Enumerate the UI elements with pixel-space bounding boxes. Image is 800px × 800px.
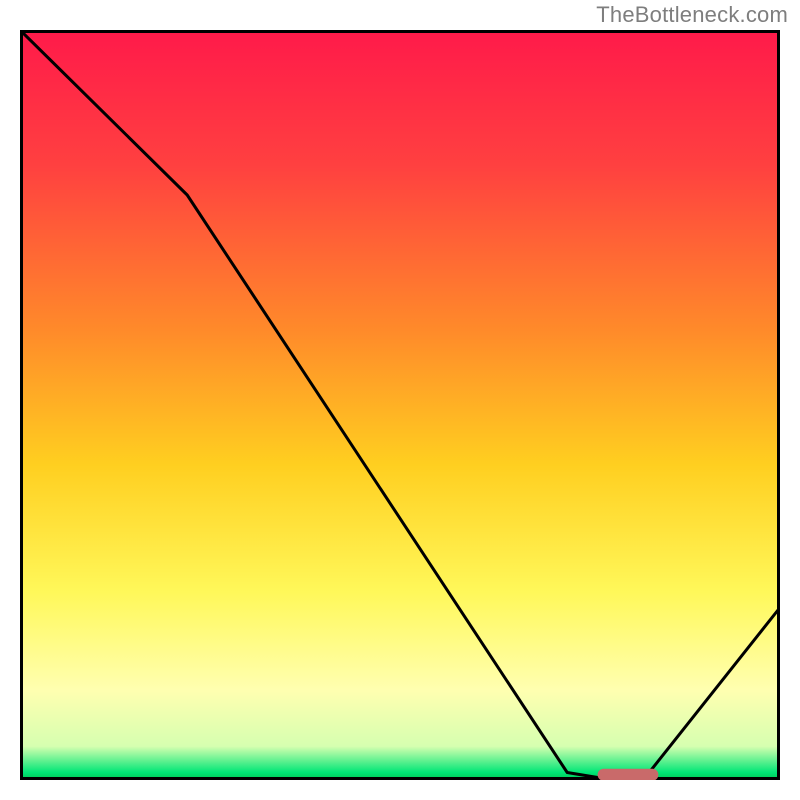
attribution-text: TheBottleneck.com: [596, 2, 788, 28]
optimal-range-marker: [598, 769, 659, 780]
bottleneck-chart: [20, 30, 780, 780]
chart-container: [20, 30, 780, 780]
